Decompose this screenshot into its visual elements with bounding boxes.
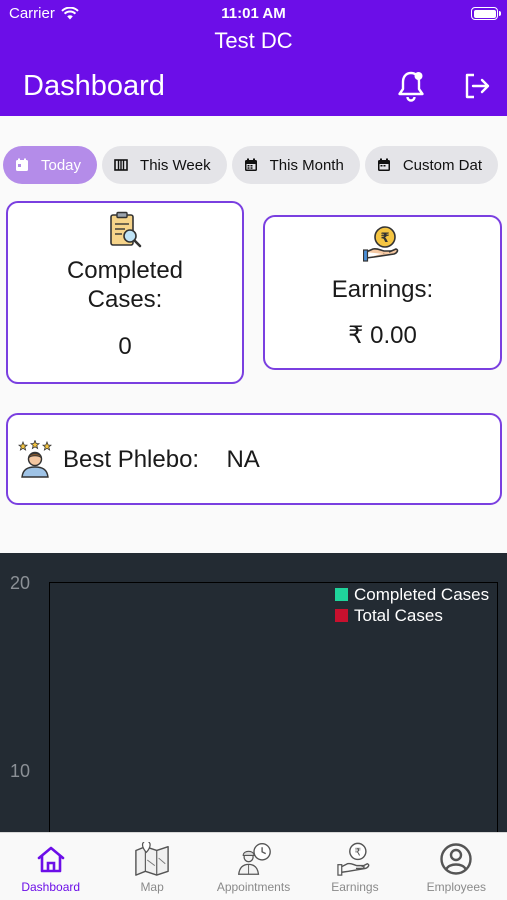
rupee-hand-icon: ₹ [362, 226, 398, 262]
completed-cases-label-line1: Completed [66, 257, 184, 284]
app-header: Carrier 11:01 AM Test DC Dashboard [0, 0, 507, 116]
svg-text:₹: ₹ [354, 847, 361, 859]
earnings-value: ₹ 0.00 [348, 322, 417, 349]
employees-icon [440, 843, 473, 875]
map-icon [135, 842, 169, 876]
earnings-card[interactable]: ₹ Earnings: ₹ 0.00 [263, 215, 502, 370]
svg-text:₹: ₹ [380, 231, 389, 246]
clipboard-search-icon [110, 211, 142, 248]
tab-earnings[interactable]: ₹ Earnings [304, 833, 405, 900]
legend-item-completed-cases: Completed Cases [335, 584, 489, 605]
calendar-icon [377, 158, 390, 171]
cases-chart: 20 10 Completed Cases Total Cases [0, 553, 507, 842]
best-phlebo-card[interactable]: Best Phlebo: NA [6, 413, 502, 505]
logout-icon [465, 73, 490, 99]
filter-this-week-chip[interactable]: This Week [102, 146, 227, 184]
earnings-label: Earnings: [331, 276, 434, 303]
y-tick-label: 20 [10, 573, 31, 593]
status-bar: Carrier 11:01 AM [0, 0, 507, 26]
tab-employees-label: Employees [426, 880, 487, 894]
calendar-icon [244, 158, 257, 171]
calendar-icon [16, 158, 28, 171]
completed-cases-value: 0 [118, 333, 132, 360]
completed-cases-card[interactable]: Completed Cases: 0 [6, 201, 244, 384]
best-phlebo-label: Best Phlebo: [63, 446, 200, 473]
bottom-tab-bar: Dashboard Map Appointments ₹ Earnings Em… [0, 832, 507, 900]
filter-this-week-label: This Week [140, 156, 211, 174]
date-filter-chips: Today This Week This Month Custom Dat [0, 146, 507, 186]
tab-map-label: Map [140, 880, 164, 894]
legend-label-completed-cases: Completed Cases [354, 584, 490, 604]
star-person-icon [17, 439, 53, 478]
filter-this-month-label: This Month [269, 156, 344, 174]
y-tick-label: 10 [10, 761, 31, 781]
chart-legend: Completed Cases Total Cases [335, 584, 489, 626]
page-title: Dashboard [23, 70, 165, 102]
filter-this-month-chip[interactable]: This Month [231, 146, 360, 184]
tab-map[interactable]: Map [101, 833, 202, 900]
home-icon [37, 846, 65, 873]
logout-button[interactable] [459, 68, 495, 104]
filter-custom-date-chip[interactable]: Custom Dat [364, 146, 499, 184]
appointments-icon [237, 843, 271, 875]
best-phlebo-value: NA [226, 446, 260, 473]
earnings-icon: ₹ [337, 842, 370, 876]
app-screen: Carrier 11:01 AM Test DC Dashboard Today… [0, 0, 507, 900]
tab-appointments[interactable]: Appointments [203, 833, 304, 900]
week-icon [114, 159, 128, 171]
filter-today-chip[interactable]: Today [3, 146, 98, 184]
clock: 11:01 AM [221, 5, 286, 22]
legend-item-total-cases: Total Cases [335, 605, 489, 626]
app-name: Test DC [214, 28, 293, 53]
legend-swatch-total [335, 609, 348, 622]
notifications-button[interactable] [393, 68, 429, 104]
tab-employees[interactable]: Employees [406, 833, 507, 900]
legend-swatch-completed [335, 588, 348, 601]
battery-icon [471, 7, 501, 20]
legend-label-total-cases: Total Cases [354, 605, 443, 625]
tab-earnings-label: Earnings [331, 880, 379, 894]
tab-dashboard-label: Dashboard [21, 880, 81, 894]
tab-appointments-label: Appointments [216, 880, 291, 894]
filter-today-label: Today [41, 156, 82, 174]
completed-cases-label-line2: Cases: [87, 286, 163, 313]
bell-icon [398, 71, 424, 102]
tab-dashboard[interactable]: Dashboard [0, 833, 101, 900]
filter-custom-date-label: Custom Dat [402, 156, 483, 174]
